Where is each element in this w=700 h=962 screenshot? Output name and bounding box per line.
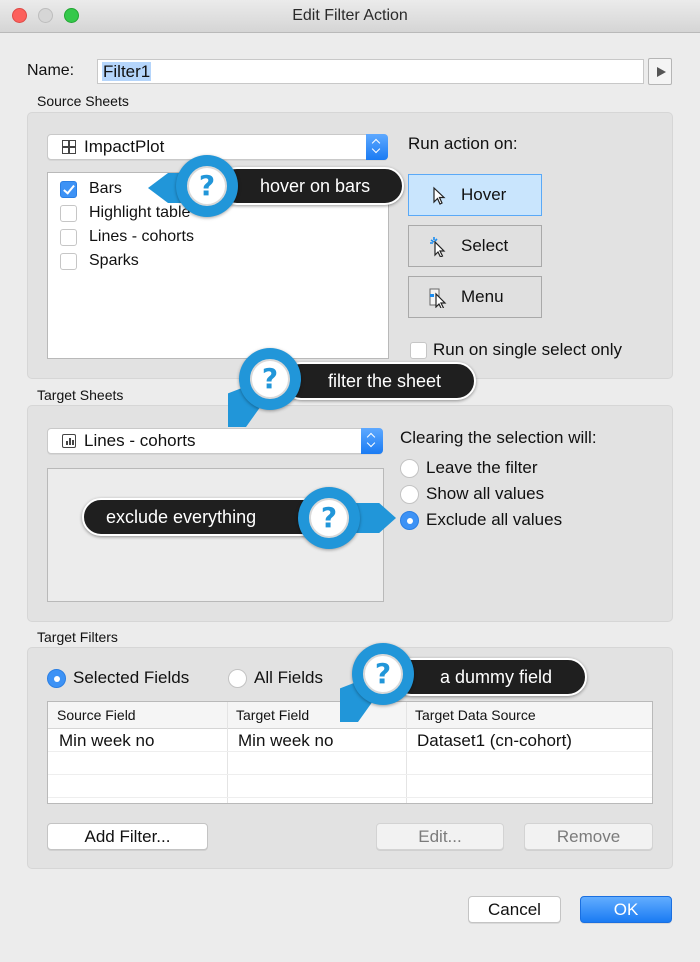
run-on-select-label: Select (461, 236, 509, 255)
callout-bubble: ? (239, 348, 301, 410)
column-header-target-data-source[interactable]: Target Data Source (415, 707, 536, 723)
clearing-selection-label: Clearing the selection will: (400, 428, 597, 447)
run-on-single-select-checkbox[interactable]: Run on single select only (410, 339, 622, 361)
target-sheets-label: Target Sheets (37, 387, 124, 403)
source-sheet-item-bars[interactable]: Bars (60, 178, 122, 200)
run-on-hover-button[interactable]: Hover (408, 174, 542, 216)
clearing-option-show-all[interactable]: Show all values (400, 483, 544, 505)
callout-text: hover on bars (260, 176, 371, 196)
title-bar: Edit Filter Action (0, 0, 700, 33)
question-icon: ? (363, 654, 403, 694)
sheet-chart-icon (62, 434, 76, 448)
source-sheet-label: Lines - cohorts (89, 228, 194, 245)
checkbox-icon[interactable] (60, 252, 77, 270)
scope-option-label: All Fields (254, 668, 323, 687)
checkbox-checked-icon[interactable] (60, 180, 77, 198)
name-label: Name: (27, 62, 75, 79)
question-icon: ? (187, 166, 227, 206)
callout-bubble: ? (298, 487, 360, 549)
radio-selected-icon[interactable] (47, 668, 66, 688)
name-input[interactable]: Filter1 (97, 59, 644, 84)
radio-selected-icon[interactable] (400, 510, 419, 530)
source-sheet-item-lines-cohorts[interactable]: Lines - cohorts (60, 226, 194, 248)
select-cursor-icon (430, 237, 446, 257)
scope-selected-fields[interactable]: Selected Fields (47, 667, 189, 689)
cancel-button[interactable]: Cancel (468, 896, 561, 923)
callout-pill: hover on bars (218, 167, 404, 205)
callout-pill: a dummy field (392, 658, 587, 696)
add-filter-button[interactable]: Add Filter... (47, 823, 208, 850)
radio-icon[interactable] (400, 484, 419, 504)
target-sheet-select-value: Lines - cohorts (84, 431, 196, 450)
table-row-empty (48, 775, 652, 798)
run-on-single-select-label: Run on single select only (433, 340, 623, 359)
scope-option-label: Selected Fields (73, 668, 190, 687)
name-input-value: Filter1 (102, 62, 152, 81)
target-sheet-select[interactable]: Lines - cohorts (47, 428, 383, 454)
window-title: Edit Filter Action (292, 7, 408, 24)
clearing-option-label: Leave the filter (426, 458, 538, 477)
cell-source-field: Min week no (59, 731, 155, 750)
checkbox-icon[interactable] (60, 204, 77, 222)
callout-pill: exclude everything (82, 498, 322, 536)
callout-bubble: ? (352, 643, 414, 705)
table-row[interactable]: Min week no Min week no Dataset1 (cn-coh… (48, 729, 652, 752)
question-icon: ? (309, 498, 349, 538)
column-header-target-field[interactable]: Target Field (236, 707, 309, 723)
run-on-hover-label: Hover (461, 185, 507, 204)
remove-filter-button[interactable]: Remove (524, 823, 653, 850)
clearing-option-leave-filter[interactable]: Leave the filter (400, 457, 538, 479)
clearing-option-label: Exclude all values (426, 510, 563, 529)
callout-text: exclude everything (106, 507, 257, 527)
checkbox-icon[interactable] (410, 341, 427, 359)
source-sheet-label: Bars (89, 180, 122, 197)
run-on-select-button[interactable]: Select (408, 225, 542, 267)
target-filters-label: Target Filters (37, 629, 118, 645)
source-sheet-item-sparks[interactable]: Sparks (60, 250, 139, 272)
clearing-option-exclude-all[interactable]: Exclude all values (400, 509, 562, 531)
callout-text: a dummy field (440, 667, 553, 687)
source-sheet-label: Highlight table (89, 204, 191, 221)
run-on-menu-label: Menu (461, 287, 504, 306)
select-stepper-icon (366, 134, 388, 160)
run-action-label: Run action on: (408, 134, 518, 153)
cell-target-data-source: Dataset1 (cn-cohort) (417, 731, 572, 750)
source-dashboard-select-value: ImpactPlot (84, 137, 165, 156)
ok-button[interactable]: OK (580, 896, 672, 923)
callout-bubble: ? (176, 155, 238, 217)
scope-all-fields[interactable]: All Fields (228, 667, 323, 689)
callout-text: filter the sheet (328, 371, 442, 391)
column-header-source-field[interactable]: Source Field (57, 707, 136, 723)
radio-icon[interactable] (400, 458, 419, 478)
checkbox-icon[interactable] (60, 228, 77, 246)
edit-filter-button[interactable]: Edit... (376, 823, 504, 850)
source-sheets-label: Source Sheets (37, 93, 129, 109)
source-sheet-label: Sparks (89, 252, 139, 269)
callout-pill: filter the sheet (282, 362, 476, 400)
menu-cursor-icon (429, 288, 447, 308)
cell-target-field: Min week no (238, 731, 334, 750)
name-insert-arrow-button[interactable] (648, 58, 672, 85)
source-sheet-item-highlight-table[interactable]: Highlight table (60, 202, 190, 224)
run-on-menu-button[interactable]: Menu (408, 276, 542, 318)
radio-icon[interactable] (228, 668, 247, 688)
dashboard-grid-icon (62, 140, 76, 154)
table-row-empty (48, 752, 652, 775)
hover-cursor-icon (433, 186, 446, 205)
clearing-option-label: Show all values (426, 484, 545, 503)
select-stepper-icon (361, 428, 383, 454)
question-icon: ? (250, 359, 290, 399)
